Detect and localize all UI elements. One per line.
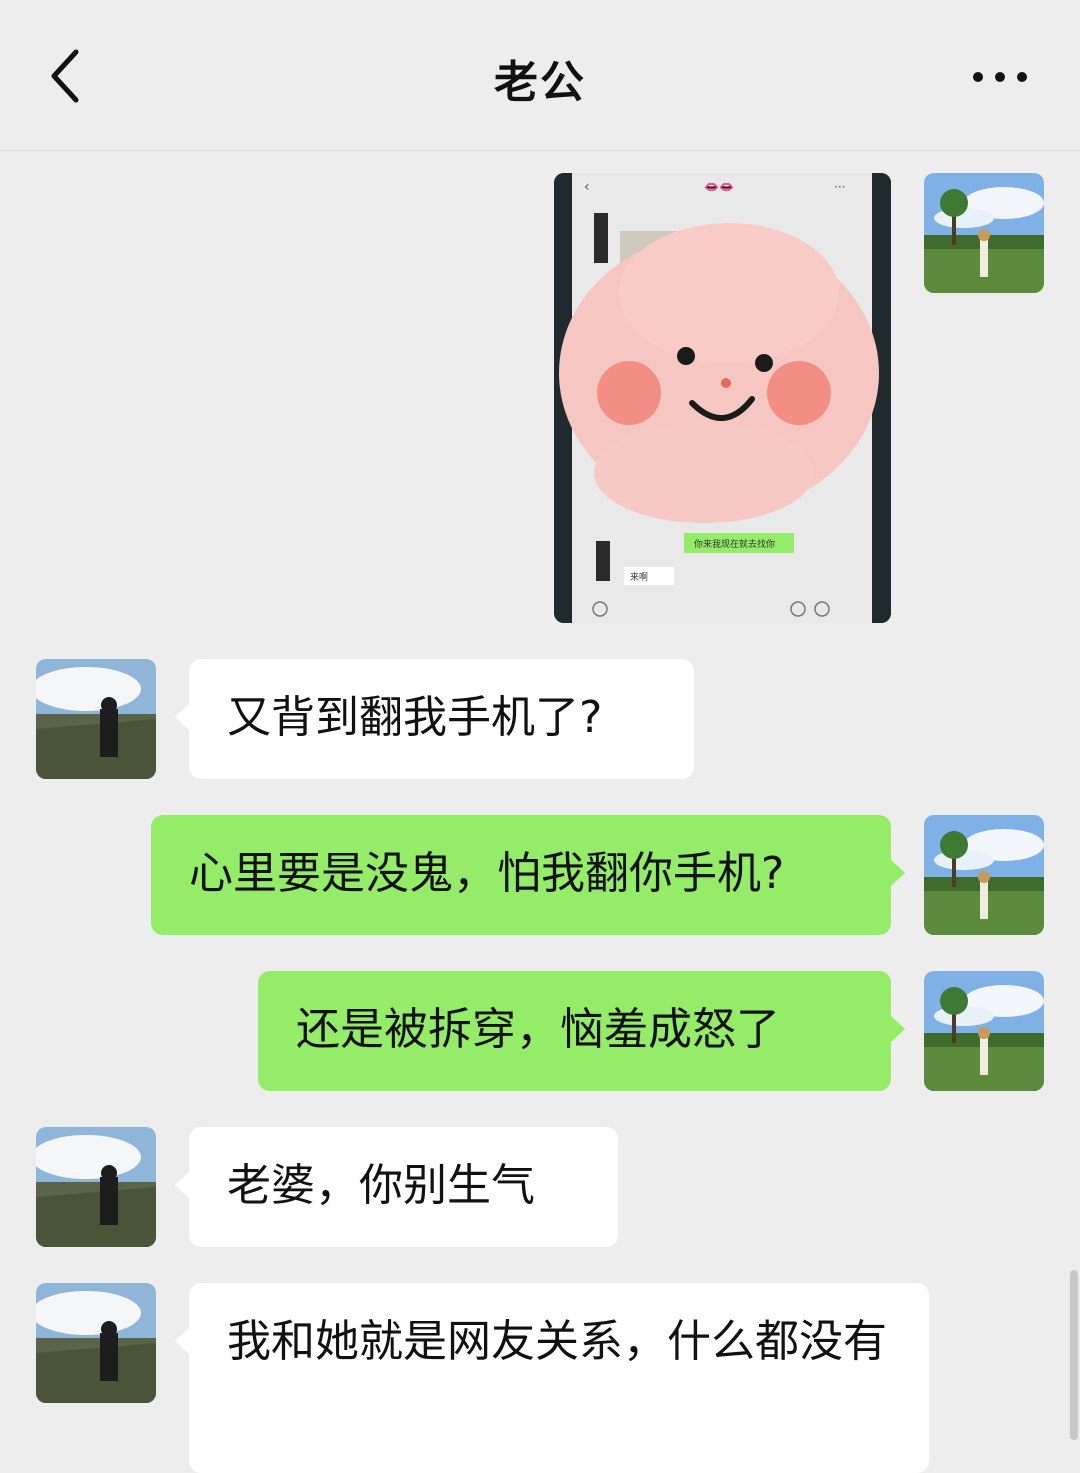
message-text: 又背到翻我手机了? (227, 692, 603, 743)
svg-text:👄👄: 👄👄 (704, 180, 734, 194)
message-bubble[interactable]: 我和她就是网友关系，什么都没有 (175, 1283, 929, 1473)
message-text: 还是被拆穿，恼羞成怒了 (296, 1004, 780, 1055)
image-message[interactable]: ‹ 👄👄 ··· 你来我现在就去找你 来啊 (554, 173, 891, 623)
message-text: 我和她就是网友关系，什么都没有 (227, 1316, 887, 1367)
self-avatar[interactable] (924, 173, 1044, 293)
message-bubble[interactable]: 还是被拆穿，恼羞成怒了 (258, 971, 905, 1091)
svg-text:···: ··· (834, 180, 845, 194)
svg-text:你来我现在就去找你: 你来我现在就去找你 (694, 538, 775, 550)
scrollbar[interactable] (1070, 1270, 1078, 1440)
message-bubble[interactable]: 老婆，你别生气 (175, 1127, 618, 1247)
message-text: 老婆，你别生气 (227, 1160, 535, 1211)
chat-header: 老公 (0, 0, 1080, 151)
message-text: 心里要是没鬼，怕我翻你手机? (189, 848, 785, 899)
contact-avatar[interactable] (36, 1283, 156, 1403)
contact-avatar[interactable] (36, 1127, 156, 1247)
message-bubble[interactable]: 又背到翻我手机了? (175, 659, 694, 779)
message-bubble[interactable]: 心里要是没鬼，怕我翻你手机? (151, 815, 905, 935)
contact-avatar[interactable] (36, 659, 156, 779)
chat-title: 老公 (494, 57, 586, 108)
svg-text:‹: ‹ (584, 179, 590, 195)
self-avatar[interactable] (924, 815, 1044, 935)
chat-screenshot-image: ‹ 👄👄 ··· 你来我现在就去找你 来啊 (554, 173, 891, 623)
self-avatar[interactable] (924, 971, 1044, 1091)
more-button[interactable] (970, 62, 1030, 92)
svg-text:来啊: 来啊 (630, 572, 648, 583)
more-dots-icon (973, 72, 1027, 82)
